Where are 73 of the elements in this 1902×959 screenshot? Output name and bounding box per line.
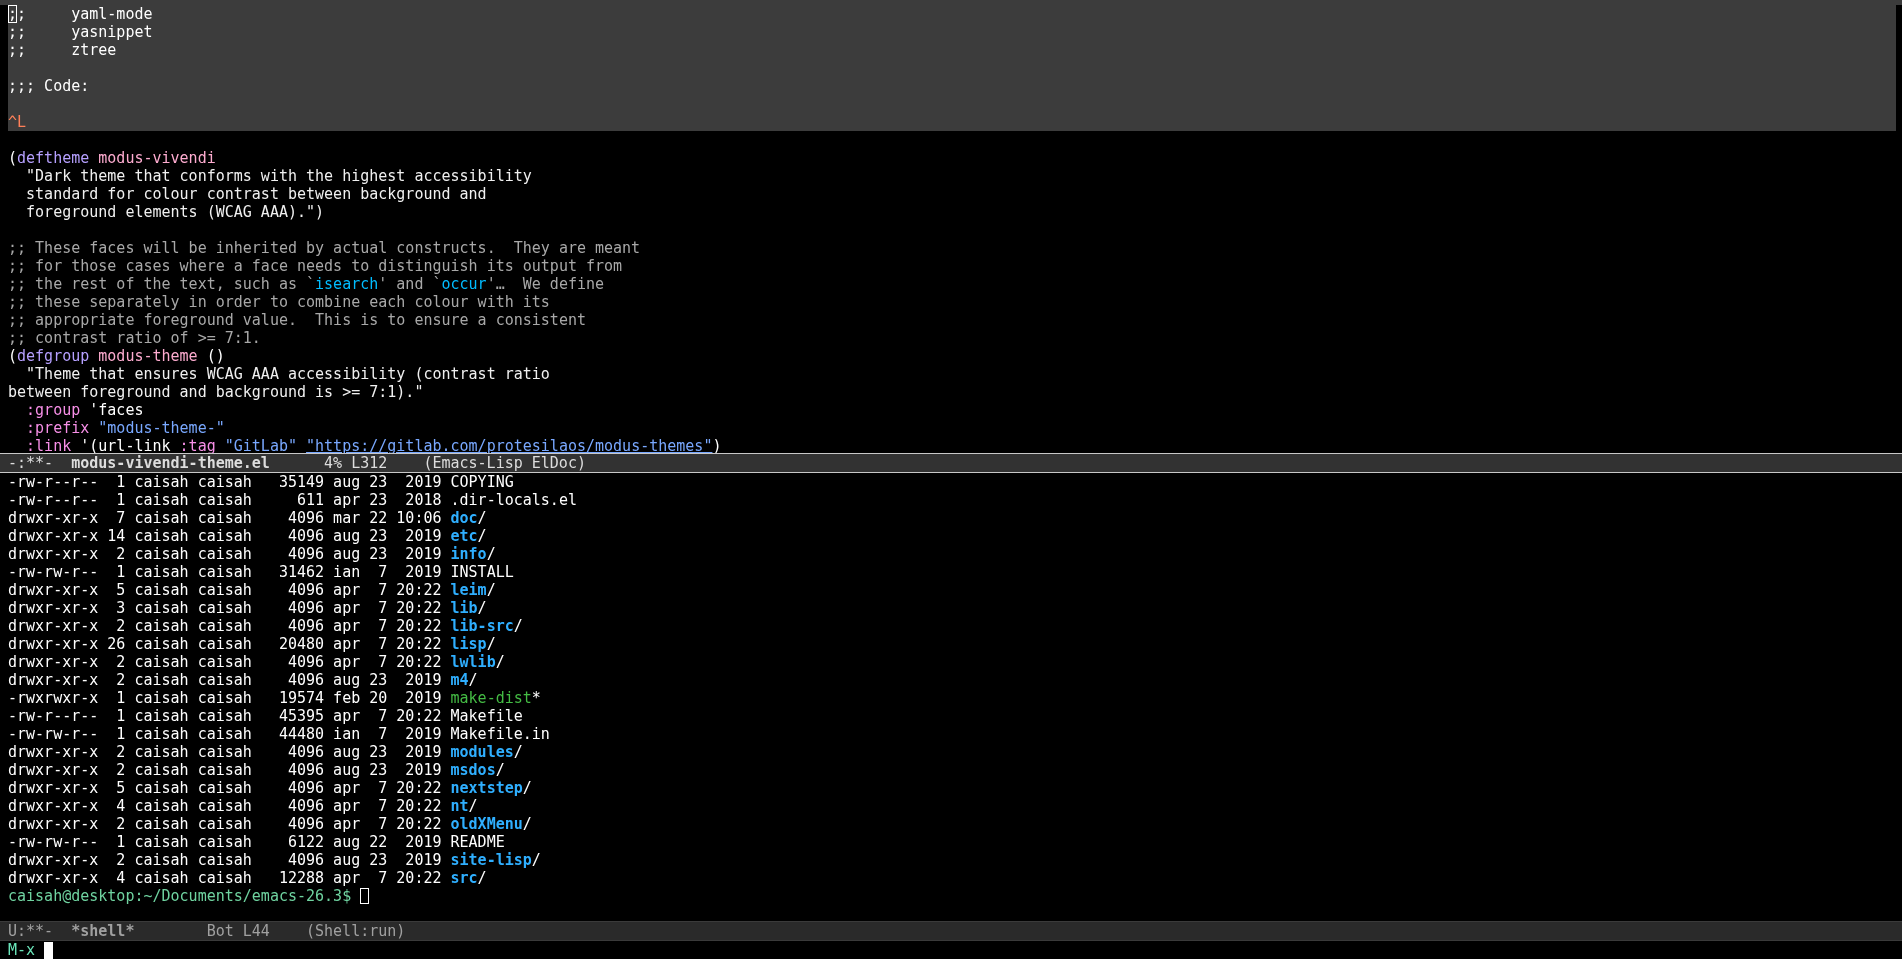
- file-name: msdos/: [450, 761, 505, 779]
- code-line: (defgroup modus-theme (): [8, 347, 225, 365]
- major-mode: (Shell:run): [306, 922, 406, 940]
- file-info: drwxr-xr-x 7 caisah caisah 4096 mar 22 10:06: [8, 509, 443, 527]
- file-name: lisp/: [450, 635, 496, 653]
- file-info: -rw-rw-r-- 1 caisah caisah 44480 ian 7 2019: [8, 725, 443, 743]
- file-name: nextstep/: [450, 779, 532, 797]
- file-info: drwxr-xr-x 2 caisah caisah 4096 apr 7 20:22: [8, 815, 443, 833]
- code-line: standard for colour contrast between background and: [25, 185, 487, 203]
- code-line: "Dark theme that conforms with the highest accessibility: [25, 167, 532, 185]
- code-line: ;; the rest of the text, such as `isearch' and `occur'… We define: [8, 275, 605, 293]
- file-name: doc/: [450, 509, 487, 527]
- file-info: -rwxrwxr-x 1 caisah caisah 19574 feb 20 2019: [8, 689, 443, 707]
- buffer-position: Bot L44: [206, 922, 270, 940]
- file-info: drwxr-xr-x 5 caisah caisah 4096 apr 7 20:22: [8, 581, 443, 599]
- code-line: foreground elements (WCAG AAA)."): [25, 203, 325, 221]
- text-cursor: [360, 888, 370, 904]
- code-line: between foreground and background is >= 7:1).": [8, 383, 424, 401]
- file-name: lwlib/: [450, 653, 505, 671]
- file-info: drwxr-xr-x 2 caisah caisah 4096 aug 23 2019: [8, 761, 443, 779]
- file-info: drwxr-xr-x 2 caisah caisah 4096 aug 23 2019: [8, 545, 443, 563]
- file-info: drwxr-xr-x 2 caisah caisah 4096 apr 7 20:22: [8, 653, 443, 671]
- file-name: make-dist*: [450, 689, 541, 707]
- file-name: oldXMenu/: [450, 815, 532, 833]
- file-info: -rw-r--r-- 1 caisah caisah 35149 aug 23 2019: [8, 473, 443, 491]
- file-info: drwxr-xr-x 3 caisah caisah 4096 apr 7 20:22: [8, 599, 443, 617]
- code-line: ;; these separately in order to combine each colour with its: [8, 293, 550, 311]
- file-info: drwxr-xr-x 5 caisah caisah 4096 apr 7 20:22: [8, 779, 443, 797]
- file-name: m4/: [450, 671, 478, 689]
- file-name: leim/: [450, 581, 496, 599]
- file-info: -rw-rw-r-- 1 caisah caisah 31462 ian 7 2019: [8, 563, 443, 581]
- code-line: (deftheme modus-vivendi: [8, 149, 216, 167]
- buffer-position: 4% L312: [323, 454, 388, 472]
- file-info: drwxr-xr-x 4 caisah caisah 12288 apr 7 20:22: [8, 869, 443, 887]
- code-line: :group 'faces: [25, 401, 144, 419]
- file-info: drwxr-xr-x 26 caisah caisah 20480 apr 7 20:22: [8, 635, 443, 653]
- file-name: nt/: [450, 797, 478, 815]
- file-name: Makefile: [450, 707, 523, 725]
- file-name: INSTALL: [450, 563, 514, 581]
- code-line: ;; for those cases where a face needs to distinguish its output from: [8, 257, 623, 275]
- file-name: info/: [450, 545, 496, 563]
- file-info: drwxr-xr-x 2 caisah caisah 4096 aug 23 2019: [8, 851, 443, 869]
- code-line: ;; These faces will be inherited by actual constructs. They are meant: [8, 239, 641, 257]
- code-line: ;; appropriate foreground value. This is to ensure a consistent: [8, 311, 586, 329]
- file-info: drwxr-xr-x 14 caisah caisah 4096 aug 23 2019: [8, 527, 443, 545]
- buffer-status: -:**-: [8, 454, 54, 472]
- major-mode: (Emacs-Lisp ElDoc): [423, 454, 586, 472]
- code-line: :prefix "modus-theme-": [25, 419, 225, 437]
- file-info: -rw-r--r-- 1 caisah caisah 45395 apr 7 20:22: [8, 707, 443, 725]
- file-info: drwxr-xr-x 2 caisah caisah 4096 apr 7 20:22: [8, 617, 443, 635]
- buffer-name: modus-vivendi-theme.el: [71, 454, 270, 472]
- file-name: README: [450, 833, 505, 851]
- file-name: lib-src/: [450, 617, 523, 635]
- file-name: COPYING: [450, 473, 514, 491]
- file-name: site-lisp/: [450, 851, 541, 869]
- file-name: Makefile.in: [450, 725, 550, 743]
- file-name: modules/: [450, 743, 523, 761]
- code-line: "Theme that ensures WCAG AAA accessibility (contrast ratio: [25, 365, 550, 383]
- file-name: lib/: [450, 599, 487, 617]
- file-info: drwxr-xr-x 4 caisah caisah 4096 apr 7 20:22: [8, 797, 443, 815]
- file-info: -rw-r--r-- 1 caisah caisah 611 apr 23 2018: [8, 491, 443, 509]
- file-name: .dir-locals.el: [450, 491, 577, 509]
- file-name: src/: [450, 869, 487, 887]
- minibuffer-prompt: M-x: [8, 941, 36, 959]
- file-info: drwxr-xr-x 2 caisah caisah 4096 aug 23 2019: [8, 671, 443, 689]
- file-info: -rw-rw-r-- 1 caisah caisah 6122 aug 22 2019: [8, 833, 443, 851]
- file-info: drwxr-xr-x 2 caisah caisah 4096 aug 23 2019: [8, 743, 443, 761]
- file-name: etc/: [450, 527, 487, 545]
- buffer-status: U:**-: [8, 922, 54, 940]
- text-cursor: [44, 941, 54, 959]
- buffer-name: *shell*: [71, 922, 135, 940]
- code-line: ;; contrast ratio of >= 7:1.: [8, 329, 261, 347]
- shell-prompt: caisah@desktop:~/Documents/emacs-26.3$: [8, 887, 352, 905]
